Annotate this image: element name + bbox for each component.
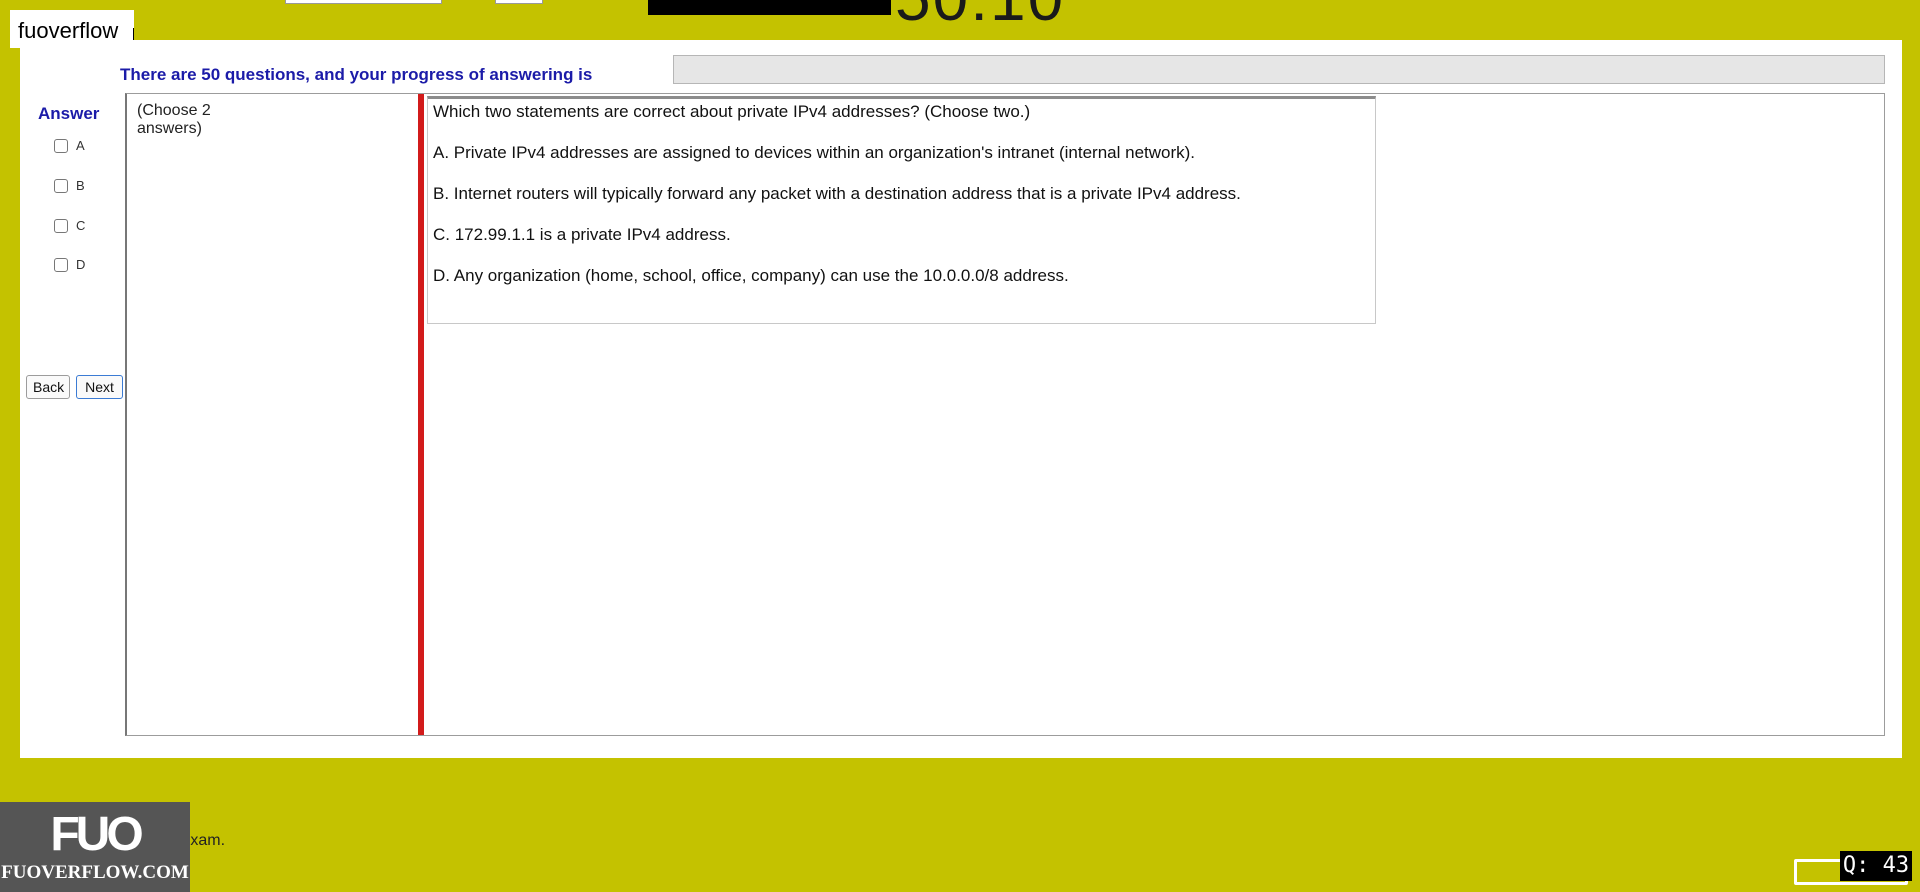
question-option-d: D. Any organization (home, school, offic… [433, 266, 1069, 285]
answer-checkbox-b[interactable] [54, 178, 68, 193]
answer-option-label: B [76, 178, 85, 193]
question-option-c: C. 172.99.1.1 is a private IPv4 address. [433, 225, 731, 244]
question-box: Which two statements are correct about p… [427, 96, 1376, 324]
back-button[interactable]: Back [26, 375, 70, 399]
timer-background [648, 0, 891, 15]
answer-checkbox-d[interactable] [54, 257, 68, 272]
fuoverflow-logo: FUO FUOVERFLOW.COM [0, 802, 190, 892]
logo-wordmark: FUOVERFLOW.COM [1, 862, 189, 883]
answer-option-c[interactable]: C [54, 218, 85, 233]
red-divider [418, 94, 424, 735]
question-option-b: B. Internet routers will typically forwa… [433, 184, 1241, 203]
answer-heading: Answer [38, 104, 100, 123]
logo-mark: FUO [50, 808, 143, 861]
answer-checkbox-c[interactable] [54, 218, 68, 233]
answer-option-label: C [76, 218, 86, 233]
timer-display: 50:10 [895, 0, 1065, 30]
question-area: (Choose 2 answers) Which two statements … [125, 93, 1885, 736]
answer-option-a[interactable]: A [54, 138, 85, 153]
question-text: Which two statements are correct about p… [433, 102, 1031, 121]
answer-option-label: A [76, 138, 85, 153]
exam-panel: There are 50 questions, and your progres… [20, 40, 1902, 758]
question-counter: Q: 43 [1840, 851, 1912, 881]
top-input-1[interactable] [285, 0, 442, 4]
top-input-2[interactable] [495, 0, 543, 4]
progress-label: There are 50 questions, and your progres… [120, 65, 593, 84]
choose-note: (Choose 2 answers) [137, 102, 211, 137]
answer-option-label: D [76, 257, 86, 272]
next-button[interactable]: Next [76, 375, 123, 399]
answer-checkbox-a[interactable] [54, 138, 68, 153]
answer-option-b[interactable]: B [54, 178, 85, 193]
question-option-a: A. Private IPv4 addresses are assigned t… [433, 143, 1196, 162]
progress-bar [673, 55, 1885, 84]
answer-option-d[interactable]: D [54, 257, 85, 272]
